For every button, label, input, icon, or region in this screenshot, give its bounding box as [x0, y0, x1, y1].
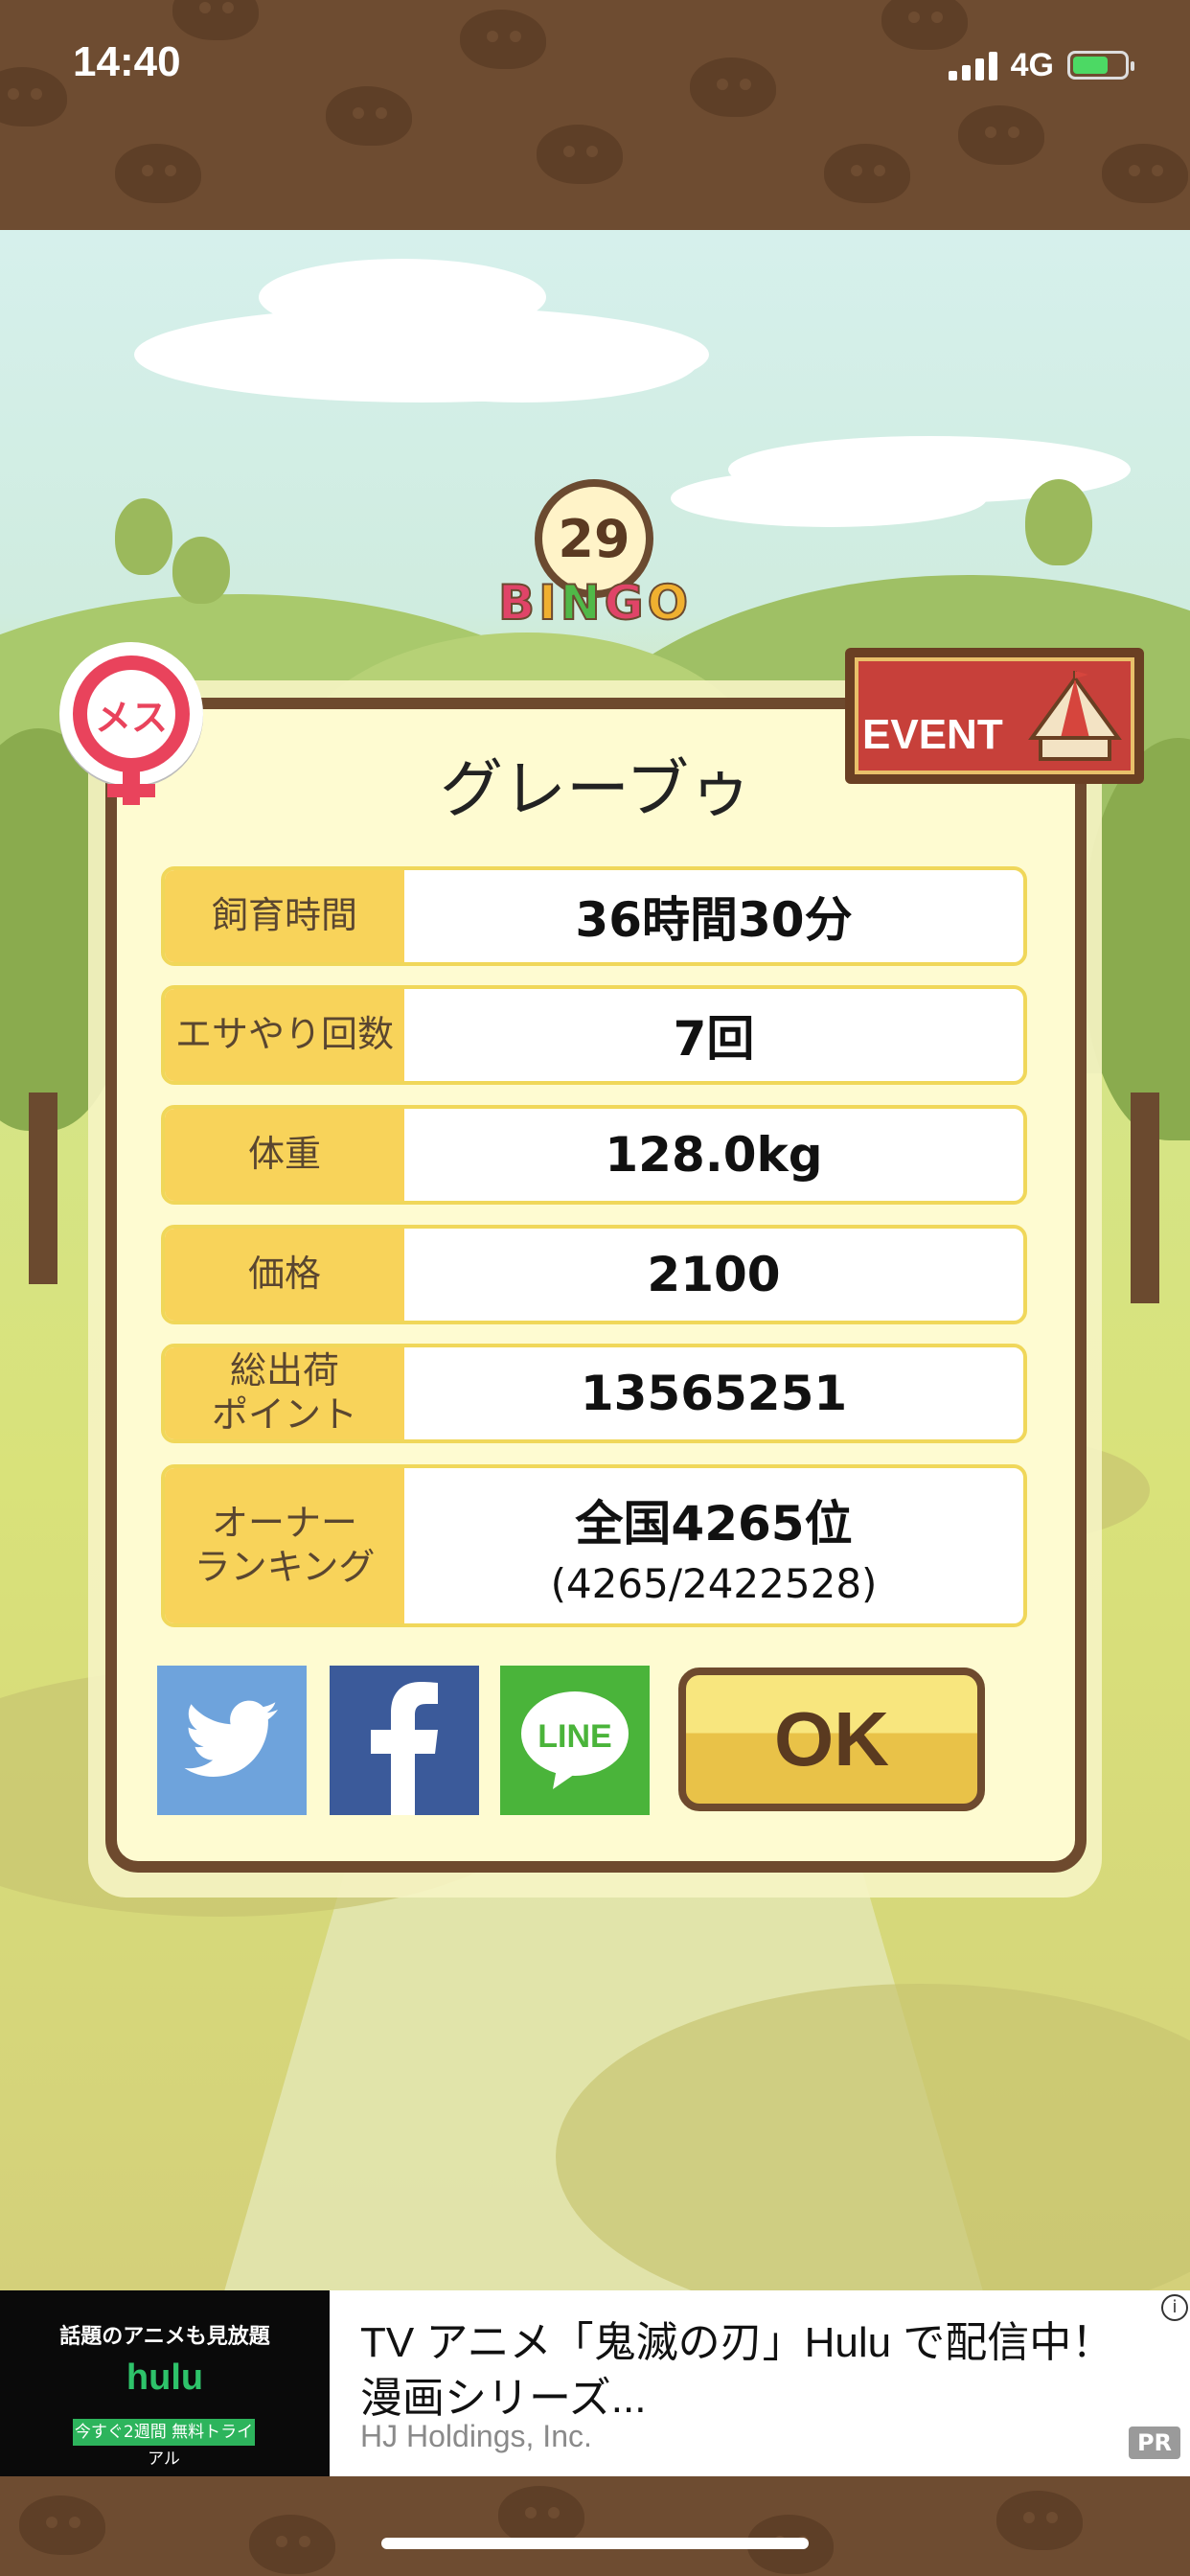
tree	[172, 537, 230, 604]
ad-banner[interactable]: 話題のアニメも見放題 hulu 今すぐ2週間 無料トライアル TV アニメ「鬼滅…	[0, 2290, 1190, 2476]
bean-decoration	[537, 125, 623, 184]
ad-image-tagline: 話題のアニメも見放題	[59, 2325, 270, 2349]
row-value: 全国4265位	[575, 1495, 853, 1552]
ok-button[interactable]: OK	[678, 1668, 985, 1811]
ad-trial-label: 今すぐ2週間 無料トライアル	[73, 2419, 255, 2469]
row-label: エサやり回数	[165, 989, 404, 1081]
top-pattern-bar	[0, 0, 1190, 230]
hulu-logo: hulu	[126, 2358, 204, 2398]
bean-decoration	[958, 105, 1044, 165]
twitter-bird-icon	[184, 1700, 278, 1777]
bingo-word: BINGO	[497, 574, 693, 632]
bean-decoration	[498, 2486, 584, 2545]
status-time: 14:40	[73, 38, 181, 85]
info-row-owner-ranking: オーナー ランキング 全国4265位 (4265/2422528)	[161, 1464, 1027, 1627]
bean-decoration	[1102, 144, 1188, 203]
battery-icon	[1067, 51, 1134, 80]
row-value: 13565251	[580, 1366, 848, 1421]
female-badge: メス	[59, 642, 203, 805]
bingo-badge: 29 BINGO	[497, 479, 693, 652]
tree-trunk	[1131, 1092, 1159, 1303]
bean-decoration	[19, 2496, 105, 2555]
bean-decoration	[326, 86, 412, 146]
bean-decoration	[172, 0, 259, 40]
tree	[1025, 479, 1092, 565]
row-value: 7回	[673, 1011, 755, 1067]
signal-icon	[948, 50, 997, 80]
bean-decoration	[249, 2515, 335, 2574]
ad-info-icon[interactable]: i	[1161, 2294, 1188, 2321]
bean-decoration	[115, 144, 201, 203]
info-row-shipping-points: 総出荷 ポイント 13565251	[161, 1344, 1027, 1443]
event-badge: EVENT	[845, 648, 1144, 784]
info-row-price: 価格 2100	[161, 1225, 1027, 1324]
facebook-share-button[interactable]	[330, 1666, 479, 1815]
row-value: 2100	[647, 1247, 781, 1302]
network-type: 4G	[1010, 46, 1054, 83]
svg-text:LINE: LINE	[538, 1718, 611, 1755]
line-share-button[interactable]: LINE	[500, 1666, 650, 1815]
gender-label: メス	[87, 670, 175, 758]
row-value: 36時間30分	[575, 892, 853, 948]
info-row-breeding-time: 飼育時間 36時間30分	[161, 866, 1027, 966]
row-label: 体重	[165, 1109, 404, 1201]
tree	[115, 498, 172, 575]
bean-decoration	[996, 2491, 1083, 2550]
circus-tent-icon	[1028, 671, 1122, 761]
ad-title[interactable]: TV アニメ「鬼滅の刃」Hulu で配信中！漫画シリーズ...	[360, 2315, 1156, 2426]
bean-decoration	[690, 58, 776, 117]
facebook-f-icon	[371, 1682, 438, 1815]
bean-decoration	[824, 144, 910, 203]
bottom-pattern-bar	[0, 2476, 1190, 2576]
row-label: 飼育時間	[165, 870, 404, 962]
row-label: オーナー ランキング	[165, 1468, 404, 1623]
tree-trunk	[29, 1092, 57, 1284]
bean-decoration	[460, 10, 546, 69]
status-indicators: 4G	[948, 42, 1134, 88]
home-indicator[interactable]	[381, 2538, 809, 2549]
cloud	[345, 316, 699, 402]
row-value: 128.0kg	[605, 1127, 823, 1183]
row-subvalue: (4265/2422528)	[550, 1559, 878, 1607]
ad-image[interactable]: 話題のアニメも見放題 hulu 今すぐ2週間 無料トライアル	[0, 2290, 330, 2476]
info-row-feeding-count: エサやり回数 7回	[161, 985, 1027, 1085]
ad-pr-badge: PR	[1129, 2426, 1180, 2459]
line-logo-icon: LINE	[521, 1691, 629, 1789]
info-row-weight: 体重 128.0kg	[161, 1105, 1027, 1205]
twitter-share-button[interactable]	[157, 1666, 307, 1815]
bean-decoration	[0, 67, 67, 126]
row-label: 価格	[165, 1229, 404, 1321]
event-label: EVENT	[862, 711, 1003, 758]
ad-advertiser: HJ Holdings, Inc.	[360, 2419, 592, 2453]
row-label: 総出荷 ポイント	[165, 1347, 404, 1439]
